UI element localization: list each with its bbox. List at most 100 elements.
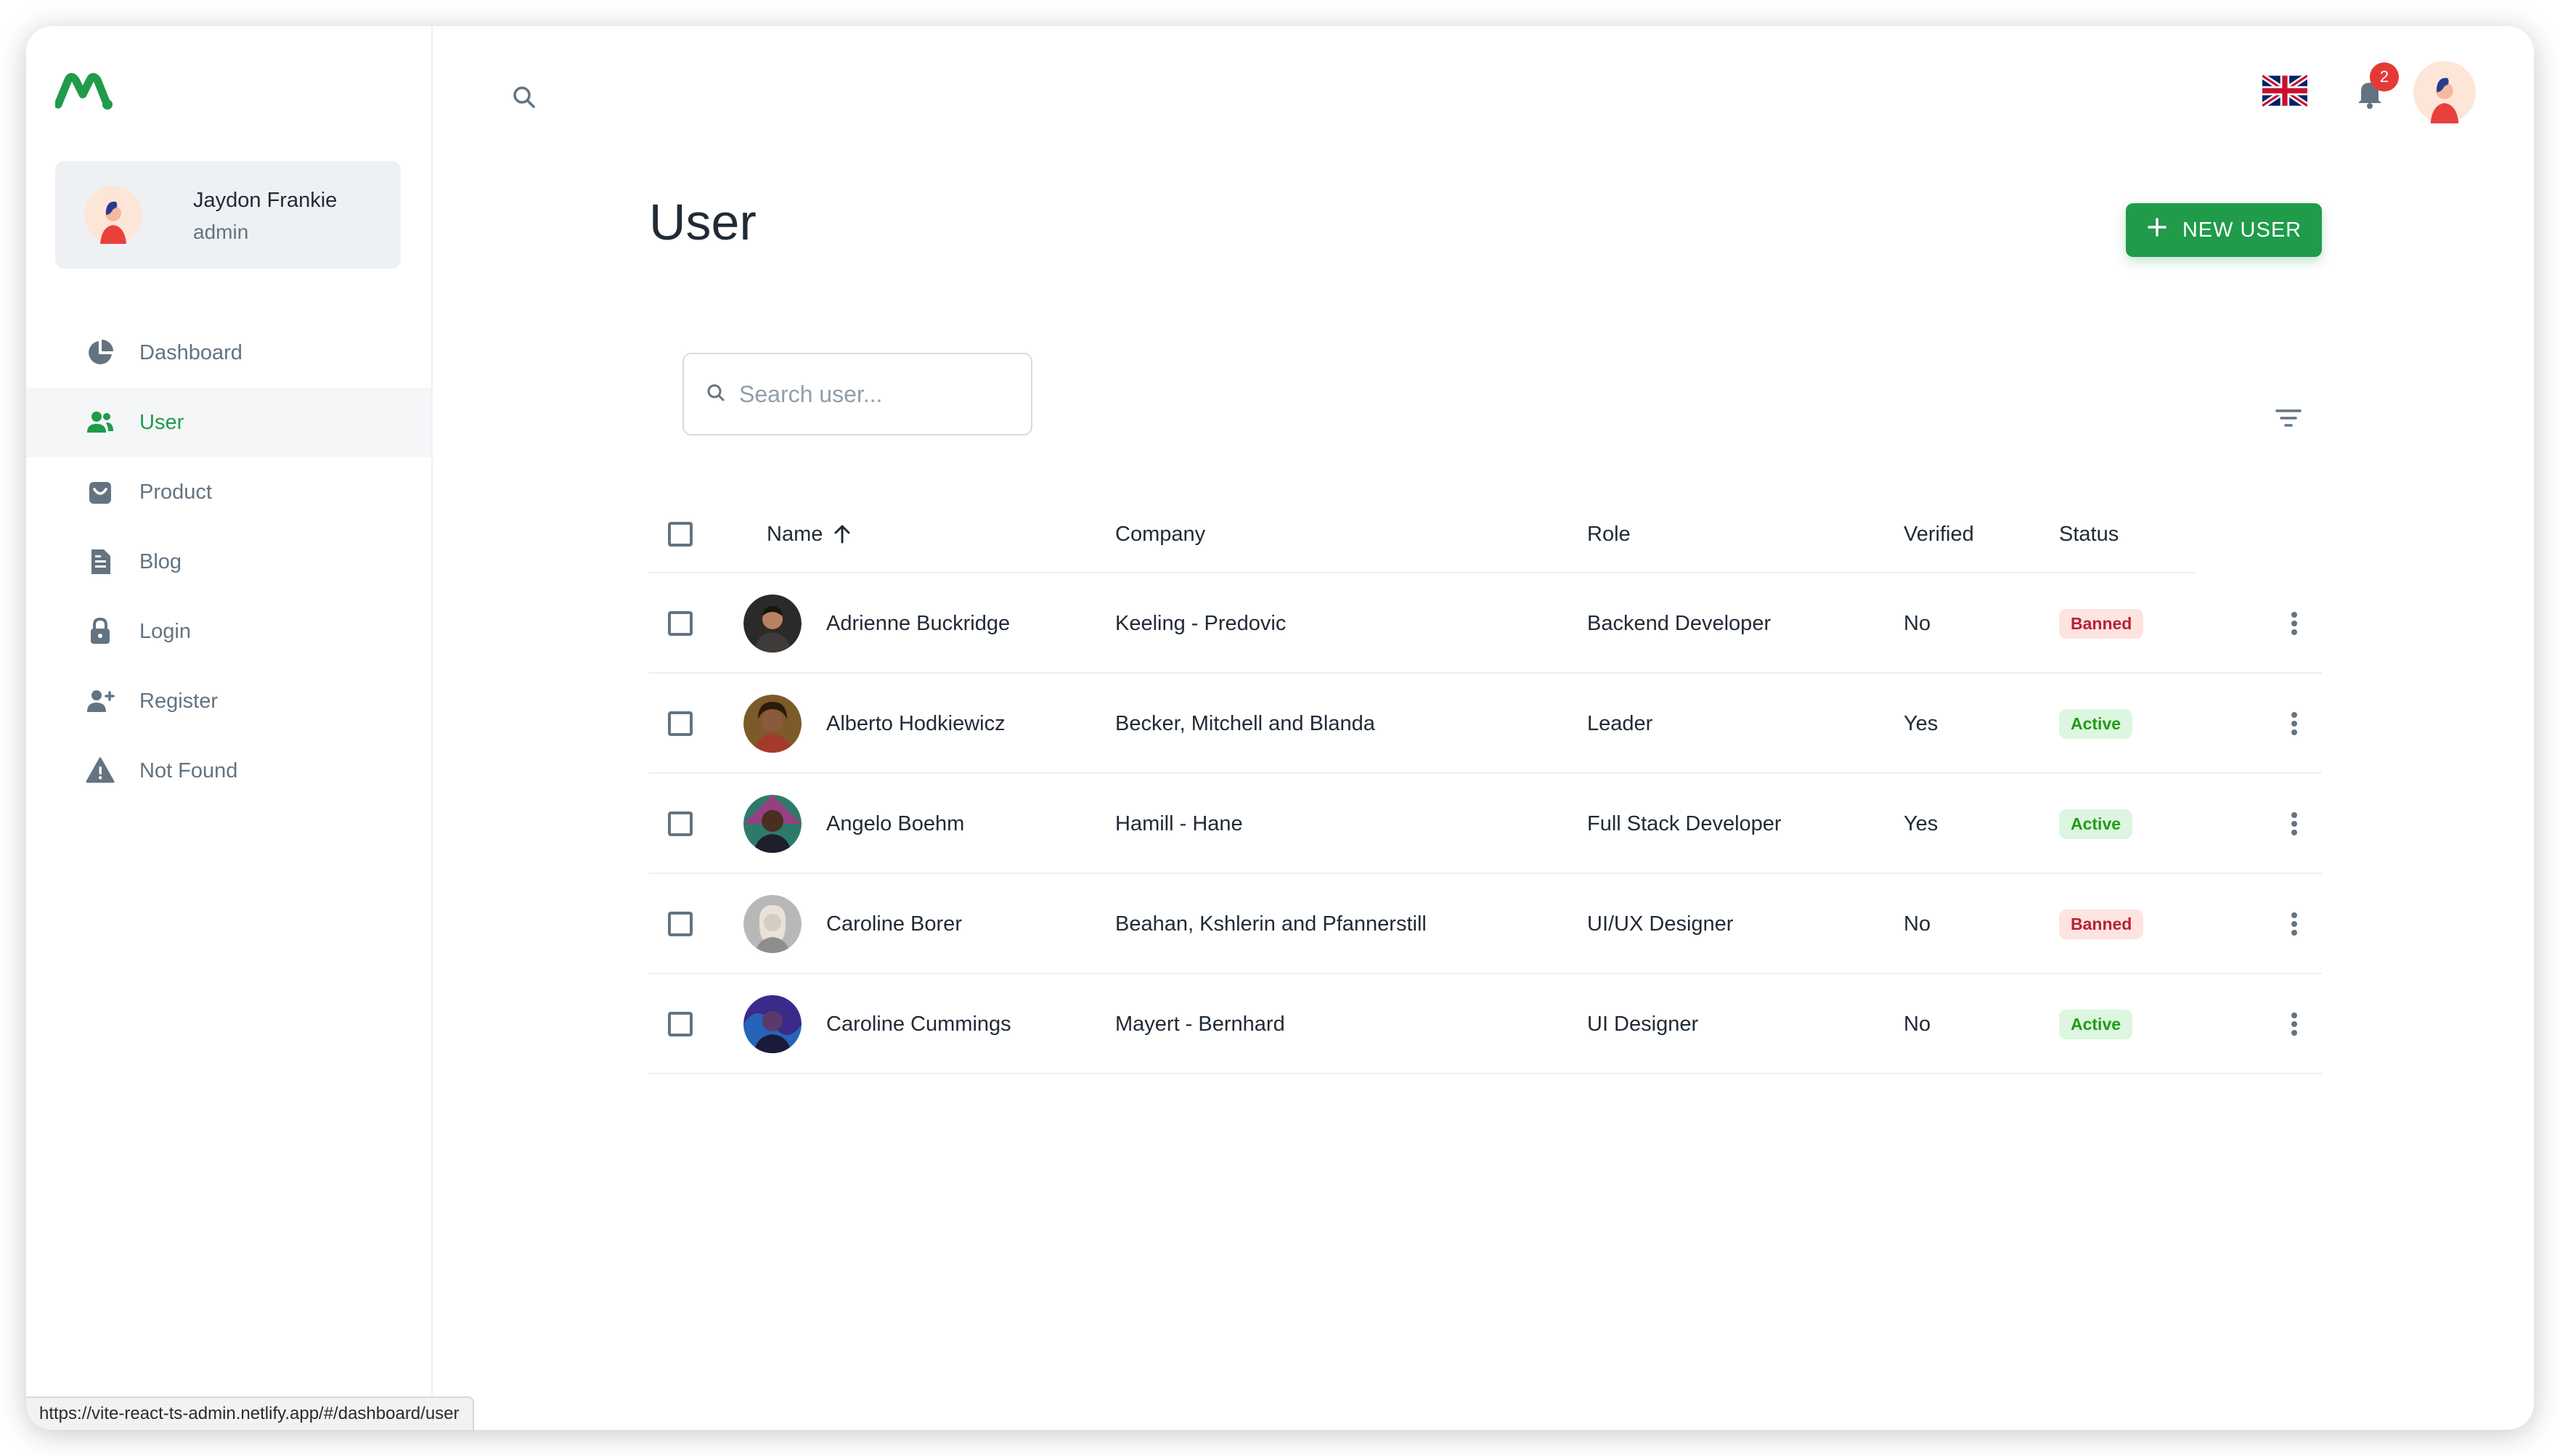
select-all-checkbox[interactable] [668, 495, 693, 573]
sidebar-nav: Dashboard User Product Blog Login Regist… [26, 318, 431, 806]
column-name-header[interactable]: Name [767, 495, 852, 573]
sidebar-item-product[interactable]: Product [26, 457, 431, 527]
avatar [743, 573, 802, 674]
sidebar-item-blog[interactable]: Blog [26, 527, 431, 597]
sidebar-item-user[interactable]: User [26, 388, 431, 457]
lock-icon [84, 615, 116, 647]
table-row[interactable]: Alberto Hodkiewicz Becker, Mitchell and … [649, 674, 2322, 774]
more-vertical-icon[interactable] [2280, 809, 2309, 838]
user-name: Caroline Borer [826, 912, 962, 936]
header-avatar[interactable] [2413, 61, 2476, 123]
user-verified: Yes [1904, 711, 1939, 735]
table-row[interactable]: Adrienne Buckridge Keeling - Predovic Ba… [649, 573, 2322, 674]
plus-icon [2146, 216, 2168, 244]
user-role: Full Stack Developer [1587, 811, 1782, 835]
table-row[interactable]: Caroline Cummings Mayert - Bernhard UI D… [649, 974, 2322, 1074]
table-row[interactable]: Caroline Borer Beahan, Kshlerin and Pfan… [649, 874, 2322, 974]
status-badge: Banned [2059, 608, 2144, 639]
row-checkbox[interactable] [668, 974, 693, 1074]
avatar [743, 874, 802, 974]
column-company-header[interactable]: Company [1115, 495, 1205, 573]
more-vertical-icon[interactable] [2280, 709, 2309, 738]
people-icon [84, 406, 116, 438]
user-verified: Yes [1904, 811, 1939, 835]
sidebar-item-dashboard[interactable]: Dashboard [26, 318, 431, 388]
status-badge: Banned [2059, 909, 2144, 939]
column-verified-label: Verified [1904, 522, 1974, 546]
sidebar-item-label: Blog [139, 549, 182, 573]
user-name: Alberto Hodkiewicz [826, 711, 1006, 735]
avatar [743, 974, 802, 1074]
user-name: Caroline Cummings [826, 1012, 1011, 1036]
user-company: Mayert - Bernhard [1115, 1012, 1285, 1036]
logo-icon[interactable] [54, 70, 113, 113]
column-company-label: Company [1115, 522, 1206, 546]
sidebar-item-label: Not Found [139, 758, 238, 782]
search-input[interactable] [739, 380, 1015, 408]
sidebar-item-label: User [139, 410, 184, 434]
person-add-icon [84, 685, 116, 717]
user-verified: No [1904, 611, 1931, 635]
user-verified: No [1904, 1012, 1931, 1036]
sidebar: Jaydon Frankie admin Dashboard User Prod… [26, 26, 433, 1430]
avatar [84, 186, 142, 244]
user-company: Becker, Mitchell and Blanda [1115, 711, 1375, 735]
column-status-label: Status [2059, 522, 2119, 546]
account-role: admin [193, 221, 249, 243]
column-role-header[interactable]: Role [1587, 495, 1631, 573]
user-verified: No [1904, 912, 1931, 936]
row-checkbox[interactable] [668, 573, 693, 674]
user-role: UI Designer [1587, 1012, 1699, 1036]
sidebar-item-label: Product [139, 480, 212, 504]
user-company: Keeling - Predovic [1115, 611, 1287, 635]
sidebar-item-label: Register [139, 689, 218, 713]
file-text-icon [84, 546, 116, 578]
row-checkbox[interactable] [668, 674, 693, 774]
table-row[interactable]: Angelo Boehm Hamill - Hane Full Stack De… [649, 774, 2322, 874]
status-badge: Active [2059, 708, 2133, 739]
user-role: Leader [1587, 711, 1653, 735]
row-checkbox[interactable] [668, 874, 693, 974]
search-icon [706, 383, 726, 406]
alert-triangle-icon [84, 755, 116, 787]
user-company: Hamill - Hane [1115, 811, 1243, 835]
row-checkbox[interactable] [668, 774, 693, 874]
new-user-button[interactable]: NEW USER [2126, 203, 2322, 257]
status-bar-url: https://vite-react-ts-admin.netlify.app/… [26, 1396, 474, 1430]
app-window: Jaydon Frankie admin Dashboard User Prod… [26, 26, 2534, 1430]
user-name: Angelo Boehm [826, 811, 965, 835]
column-verified-header[interactable]: Verified [1904, 495, 1974, 573]
column-role-label: Role [1587, 522, 1631, 546]
filter-list-icon[interactable] [2267, 396, 2310, 440]
user-table: Name Company Role Verified Status Adrien… [649, 495, 2322, 1074]
column-status-header[interactable]: Status [2059, 495, 2119, 573]
more-vertical-icon[interactable] [2280, 609, 2309, 638]
sidebar-item-label: Dashboard [139, 340, 242, 364]
sidebar-item-register[interactable]: Register [26, 666, 431, 736]
status-badge: Active [2059, 809, 2133, 839]
uk-flag-icon[interactable] [2260, 73, 2310, 109]
search-field[interactable] [682, 353, 1032, 435]
new-user-label: NEW USER [2182, 218, 2302, 242]
more-vertical-icon[interactable] [2280, 909, 2309, 938]
page-title: User [649, 194, 757, 250]
avatar [743, 674, 802, 774]
user-role: UI/UX Designer [1587, 912, 1734, 936]
header-search-icon[interactable] [504, 77, 545, 118]
sidebar-item-not-found[interactable]: Not Found [26, 736, 431, 806]
column-name-label: Name [767, 522, 823, 546]
status-badge: Active [2059, 1009, 2133, 1039]
user-role: Backend Developer [1587, 611, 1772, 635]
pie-chart-icon [84, 337, 116, 369]
user-company: Beahan, Kshlerin and Pfannerstill [1115, 912, 1427, 936]
more-vertical-icon[interactable] [2280, 1010, 2309, 1039]
account-name: Jaydon Frankie [193, 189, 338, 212]
arrow-up-icon [833, 523, 852, 545]
table-header: Name Company Role Verified Status [649, 495, 2196, 573]
user-name: Adrienne Buckridge [826, 611, 1011, 635]
notification-badge: 2 [2370, 62, 2399, 91]
sidebar-item-label: Login [139, 619, 191, 643]
sidebar-item-login[interactable]: Login [26, 597, 431, 666]
shopping-bag-icon [84, 476, 116, 508]
account-card[interactable]: Jaydon Frankie admin [55, 161, 401, 269]
